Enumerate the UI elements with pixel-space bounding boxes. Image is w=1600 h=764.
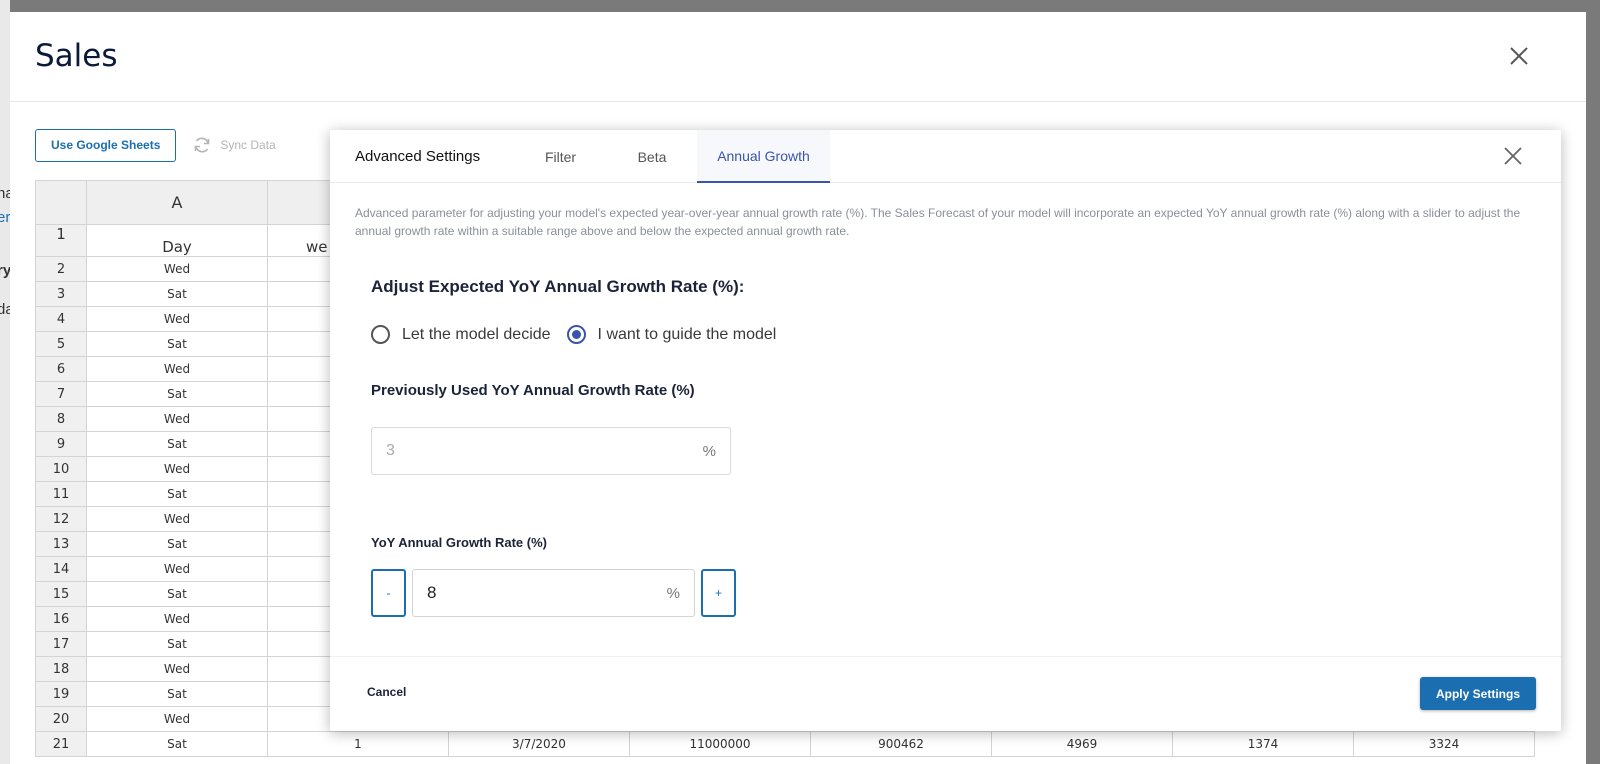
cancel-button[interactable]: Cancel xyxy=(367,685,406,699)
row-number: 16 xyxy=(35,606,87,632)
table-cell[interactable]: Day xyxy=(86,224,268,257)
sales-header: Sales xyxy=(10,12,1586,102)
radio-guide-model[interactable]: I want to guide the model xyxy=(566,325,777,344)
increment-button[interactable]: + xyxy=(701,569,736,617)
advanced-settings-modal: Advanced Settings Filter Beta Annual Gro… xyxy=(330,130,1561,731)
peek-text: na xyxy=(0,185,10,202)
table-cell[interactable]: Wed xyxy=(86,606,268,632)
table-cell[interactable]: Wed xyxy=(86,556,268,582)
modal-footer: Cancel Apply Settings xyxy=(330,656,1561,731)
table-cell[interactable]: Sat xyxy=(86,581,268,607)
row-number: 15 xyxy=(35,581,87,607)
table-cell[interactable]: Wed xyxy=(86,706,268,732)
table-cell[interactable]: Wed xyxy=(86,656,268,682)
table-cell[interactable]: 3324 xyxy=(1353,731,1535,757)
radio-checked-icon xyxy=(566,325,586,344)
use-google-sheets-button[interactable]: Use Google Sheets xyxy=(35,128,177,162)
sync-icon xyxy=(195,137,210,153)
table-cell[interactable]: Sat xyxy=(86,431,268,457)
row-number: 9 xyxy=(35,431,87,457)
radio-let-model-decide[interactable]: Let the model decide xyxy=(371,325,551,344)
close-icon[interactable] xyxy=(1503,146,1523,166)
radio-label: Let the model decide xyxy=(402,325,551,343)
decrement-button[interactable]: - xyxy=(371,569,406,617)
section-title: Adjust Expected YoY Annual Growth Rate (… xyxy=(371,277,745,296)
table-cell[interactable]: Sat xyxy=(86,531,268,557)
table-cell[interactable]: 4969 xyxy=(991,731,1173,757)
sync-data-button[interactable]: Sync Data xyxy=(192,135,276,155)
row-number: 3 xyxy=(35,281,87,307)
row-number: 4 xyxy=(35,306,87,332)
table-cell[interactable]: Wed xyxy=(86,406,268,432)
settings-tabs: Advanced Settings Filter Beta Annual Gro… xyxy=(330,130,1561,183)
row-number: 20 xyxy=(35,706,87,732)
table-cell[interactable]: 11000000 xyxy=(629,731,811,757)
row-number: 1 xyxy=(35,224,87,257)
corner-cell xyxy=(35,180,87,225)
peek-text: er xyxy=(0,209,10,226)
table-cell[interactable]: Sat xyxy=(86,381,268,407)
table-cell[interactable]: Sat xyxy=(86,331,268,357)
table-cell[interactable]: Wed xyxy=(86,456,268,482)
percent-suffix: % xyxy=(702,442,716,460)
tab-filter[interactable]: Filter xyxy=(514,130,607,183)
sync-data-label: Sync Data xyxy=(220,138,276,152)
settings-description: Advanced parameter for adjusting your mo… xyxy=(355,206,1521,238)
radio-label: I want to guide the model xyxy=(597,325,777,343)
row-number: 8 xyxy=(35,406,87,432)
row-number: 17 xyxy=(35,631,87,657)
row-number: 2 xyxy=(35,256,87,282)
table-cell[interactable]: Sat xyxy=(86,481,268,507)
peek-text: ry xyxy=(0,262,10,279)
row-number: 6 xyxy=(35,356,87,382)
sheet-toolbar: Use Google Sheets Sync Data xyxy=(35,128,276,162)
row-number: 7 xyxy=(35,381,87,407)
row-number: 12 xyxy=(35,506,87,532)
column-header-a[interactable]: A xyxy=(86,180,268,225)
percent-suffix: % xyxy=(666,584,680,602)
growth-mode-radio-group: Let the model decide I want to guide the… xyxy=(371,325,776,344)
table-cell[interactable]: Sat xyxy=(86,731,268,757)
row-number: 11 xyxy=(35,481,87,507)
radio-unchecked-icon xyxy=(371,325,390,344)
table-cell[interactable]: 1374 xyxy=(1172,731,1354,757)
previous-rate-value: 3 xyxy=(386,442,395,459)
tab-annual-growth[interactable]: Annual Growth xyxy=(697,130,830,183)
table-cell[interactable]: Wed xyxy=(86,356,268,382)
tab-advanced-settings[interactable]: Advanced Settings xyxy=(330,130,514,183)
table-cell[interactable]: 900462 xyxy=(810,731,992,757)
apply-settings-button[interactable]: Apply Settings xyxy=(1419,677,1536,710)
table-cell[interactable]: Sat xyxy=(86,681,268,707)
row-number: 14 xyxy=(35,556,87,582)
table-row: 21 Sat 1 3/7/2020 11000000 900462 4969 1374 3324 xyxy=(35,731,1535,757)
table-cell[interactable]: Sat xyxy=(86,631,268,657)
page-title: Sales xyxy=(35,38,118,74)
table-cell[interactable]: Sat xyxy=(86,281,268,307)
row-number: 19 xyxy=(35,681,87,707)
table-cell[interactable]: 1 xyxy=(267,731,449,757)
previous-rate-field: 3 % xyxy=(371,427,731,475)
previous-rate-label: Previously Used YoY Annual Growth Rate (… xyxy=(371,382,695,399)
growth-rate-value: 8 xyxy=(427,583,437,602)
table-cell[interactable]: Wed xyxy=(86,306,268,332)
row-number: 18 xyxy=(35,656,87,682)
growth-rate-label: YoY Annual Growth Rate (%) xyxy=(371,535,547,550)
row-number: 21 xyxy=(35,731,87,757)
close-icon[interactable] xyxy=(1507,44,1531,68)
growth-rate-stepper: - 8 % + xyxy=(371,569,736,617)
tab-beta[interactable]: Beta xyxy=(607,130,697,183)
row-number: 13 xyxy=(35,531,87,557)
background-page-edge: na er ry da xyxy=(0,0,10,764)
table-cell[interactable]: 3/7/2020 xyxy=(448,731,630,757)
table-cell[interactable]: Wed xyxy=(86,256,268,282)
table-cell[interactable]: Wed xyxy=(86,506,268,532)
row-number: 10 xyxy=(35,456,87,482)
row-number: 5 xyxy=(35,331,87,357)
peek-text: da xyxy=(0,301,10,318)
growth-rate-input[interactable]: 8 % xyxy=(412,569,695,617)
